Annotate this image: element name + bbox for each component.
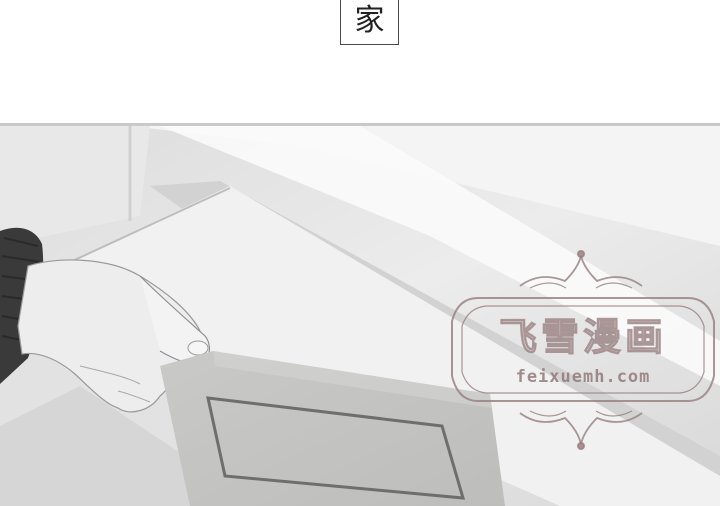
caption-character: 家 [354, 2, 385, 38]
previous-panel: 家 [0, 0, 720, 124]
caption-character-box: 家 [340, 0, 399, 45]
comic-panel-hand-envelope: 飞雪漫画 feixuemh.com [0, 126, 720, 506]
thumbnail [187, 340, 209, 356]
watermark-brand-text: 飞雪漫画 [498, 315, 667, 359]
watermark-url-text: feixuemh.com [515, 367, 651, 387]
